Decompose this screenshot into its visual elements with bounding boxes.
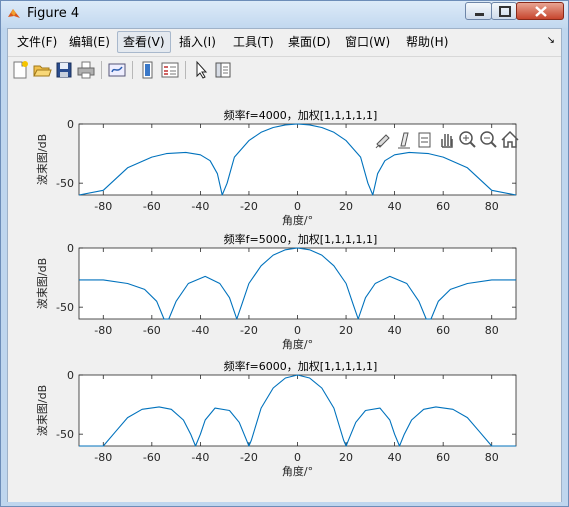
x-tick-label: -60: [143, 451, 161, 464]
x-tick-label: 40: [388, 200, 402, 213]
menu-overflow-icon[interactable]: ↘: [547, 35, 555, 46]
x-tick-label: -60: [143, 324, 161, 337]
x-tick-label: -20: [240, 324, 258, 337]
x-tick-label: -40: [191, 200, 209, 213]
x-tick-label: 80: [485, 451, 499, 464]
subplot-title: 频率f=6000，加权[1,1,1,1,1]: [224, 359, 378, 373]
select-arrow-icon[interactable]: [191, 60, 211, 80]
y-tick-label: -50: [56, 177, 74, 190]
x-tick-label: 80: [485, 200, 499, 213]
toolbar-separator: [101, 61, 102, 79]
property-inspector-icon[interactable]: [213, 60, 233, 80]
y-tick-label: -50: [56, 428, 74, 441]
print-icon[interactable]: [76, 60, 96, 80]
close-button[interactable]: [516, 2, 564, 20]
save-icon[interactable]: [54, 60, 74, 80]
x-tick-label: -40: [191, 451, 209, 464]
menu-help[interactable]: 帮助(H): [401, 32, 453, 52]
y-tick-label: 0: [67, 118, 74, 131]
x-tick-label: 0: [294, 324, 301, 337]
x-tick-label: -20: [240, 200, 258, 213]
x-axis-label: 角度/°: [282, 213, 313, 227]
subplot-3: -80 -60 -40 -20 0 20 40 60 80 -50 0 频率f=6000，加权[1,1…: [36, 359, 517, 478]
menu-edit[interactable]: 编辑(E): [64, 32, 115, 52]
x-tick-label: -80: [94, 451, 112, 464]
insert-colorbar-icon[interactable]: [138, 60, 158, 80]
insert-legend-icon[interactable]: [160, 60, 180, 80]
close-icon: [535, 6, 547, 17]
x-axis-label: 角度/°: [282, 464, 313, 478]
x-tick-label: -40: [191, 324, 209, 337]
x-tick-label: -80: [94, 324, 112, 337]
x-tick-label: -80: [94, 200, 112, 213]
figure-canvas: -80 -60 -40 -20 0 20 40 60 80 -50 0 频率f=4000，加权[1,1…: [8, 84, 561, 502]
client-area: 文件(F) 编辑(E) 查看(V) 插入(I) 工具(T) 桌面(D) 窗口(W…: [7, 28, 562, 502]
minimize-icon: [475, 13, 484, 16]
maximize-icon: [499, 6, 511, 17]
x-axis-label: 角度/°: [282, 337, 313, 351]
x-tick-label: 80: [485, 324, 499, 337]
x-tick-label: 20: [339, 451, 353, 464]
x-tick-label: -60: [143, 200, 161, 213]
y-axis-label: 波束图/dB: [36, 258, 49, 309]
menu-desktop[interactable]: 桌面(D): [283, 32, 336, 52]
toolbar-separator: [185, 61, 186, 79]
x-tick-label: 40: [388, 451, 402, 464]
x-tick-label: 0: [294, 451, 301, 464]
axes-box[interactable]: [78, 247, 517, 320]
new-figure-icon[interactable]: [10, 60, 30, 80]
subplot-2: -80 -60 -40 -20 0 20 40 60 80 -50 0 频率f=5000，加权[1,1…: [36, 232, 517, 351]
x-tick-label: 60: [436, 200, 450, 213]
figure-toolbar: [8, 56, 561, 83]
y-tick-label: 0: [67, 369, 74, 382]
minimize-button[interactable]: [465, 2, 492, 20]
y-axis-label: 波束图/dB: [36, 134, 49, 185]
figure-window: Figure 4 文件(F) 编辑(E) 查看(V) 插入(I) 工具(T) 桌…: [0, 0, 569, 507]
title-bar[interactable]: Figure 4: [1, 1, 568, 28]
window-title: Figure 4: [27, 6, 80, 21]
x-tick-label: 20: [339, 324, 353, 337]
subplot-title: 频率f=5000，加权[1,1,1,1,1]: [224, 232, 378, 246]
x-tick-label: 40: [388, 324, 402, 337]
figure-svg: -80 -60 -40 -20 0 20 40 60 80 -50 0 频率f=4000，加权[1,1…: [36, 108, 519, 478]
menu-tools[interactable]: 工具(T): [228, 32, 279, 52]
x-tick-label: 20: [339, 200, 353, 213]
y-axis-label: 波束图/dB: [36, 385, 49, 436]
matlab-logo-icon: [8, 9, 20, 18]
link-plot-icon[interactable]: [107, 60, 127, 80]
menu-file[interactable]: 文件(F): [12, 32, 62, 52]
y-tick-label: -50: [56, 301, 74, 314]
toolbar-separator: [132, 61, 133, 79]
menu-insert[interactable]: 插入(I): [174, 32, 221, 52]
x-tick-label: 0: [294, 200, 301, 213]
axes-box[interactable]: [78, 123, 517, 196]
subplot-title: 频率f=4000，加权[1,1,1,1,1]: [224, 108, 378, 122]
x-tick-label: 60: [436, 451, 450, 464]
maximize-button[interactable]: [491, 2, 517, 20]
x-tick-label: 60: [436, 324, 450, 337]
link-icon[interactable]: [418, 132, 431, 148]
y-tick-label: 0: [67, 242, 74, 255]
open-file-icon[interactable]: [32, 60, 52, 80]
menu-view[interactable]: 查看(V): [117, 31, 171, 53]
menu-bar: 文件(F) 编辑(E) 查看(V) 插入(I) 工具(T) 桌面(D) 窗口(W…: [8, 29, 561, 55]
x-tick-label: -20: [240, 451, 258, 464]
axes-box[interactable]: [78, 374, 517, 447]
subplot-1: -80 -60 -40 -20 0 20 40 60 80 -50 0 频率f=4000，加权[1,1…: [36, 108, 517, 227]
menu-window[interactable]: 窗口(W): [340, 32, 395, 52]
